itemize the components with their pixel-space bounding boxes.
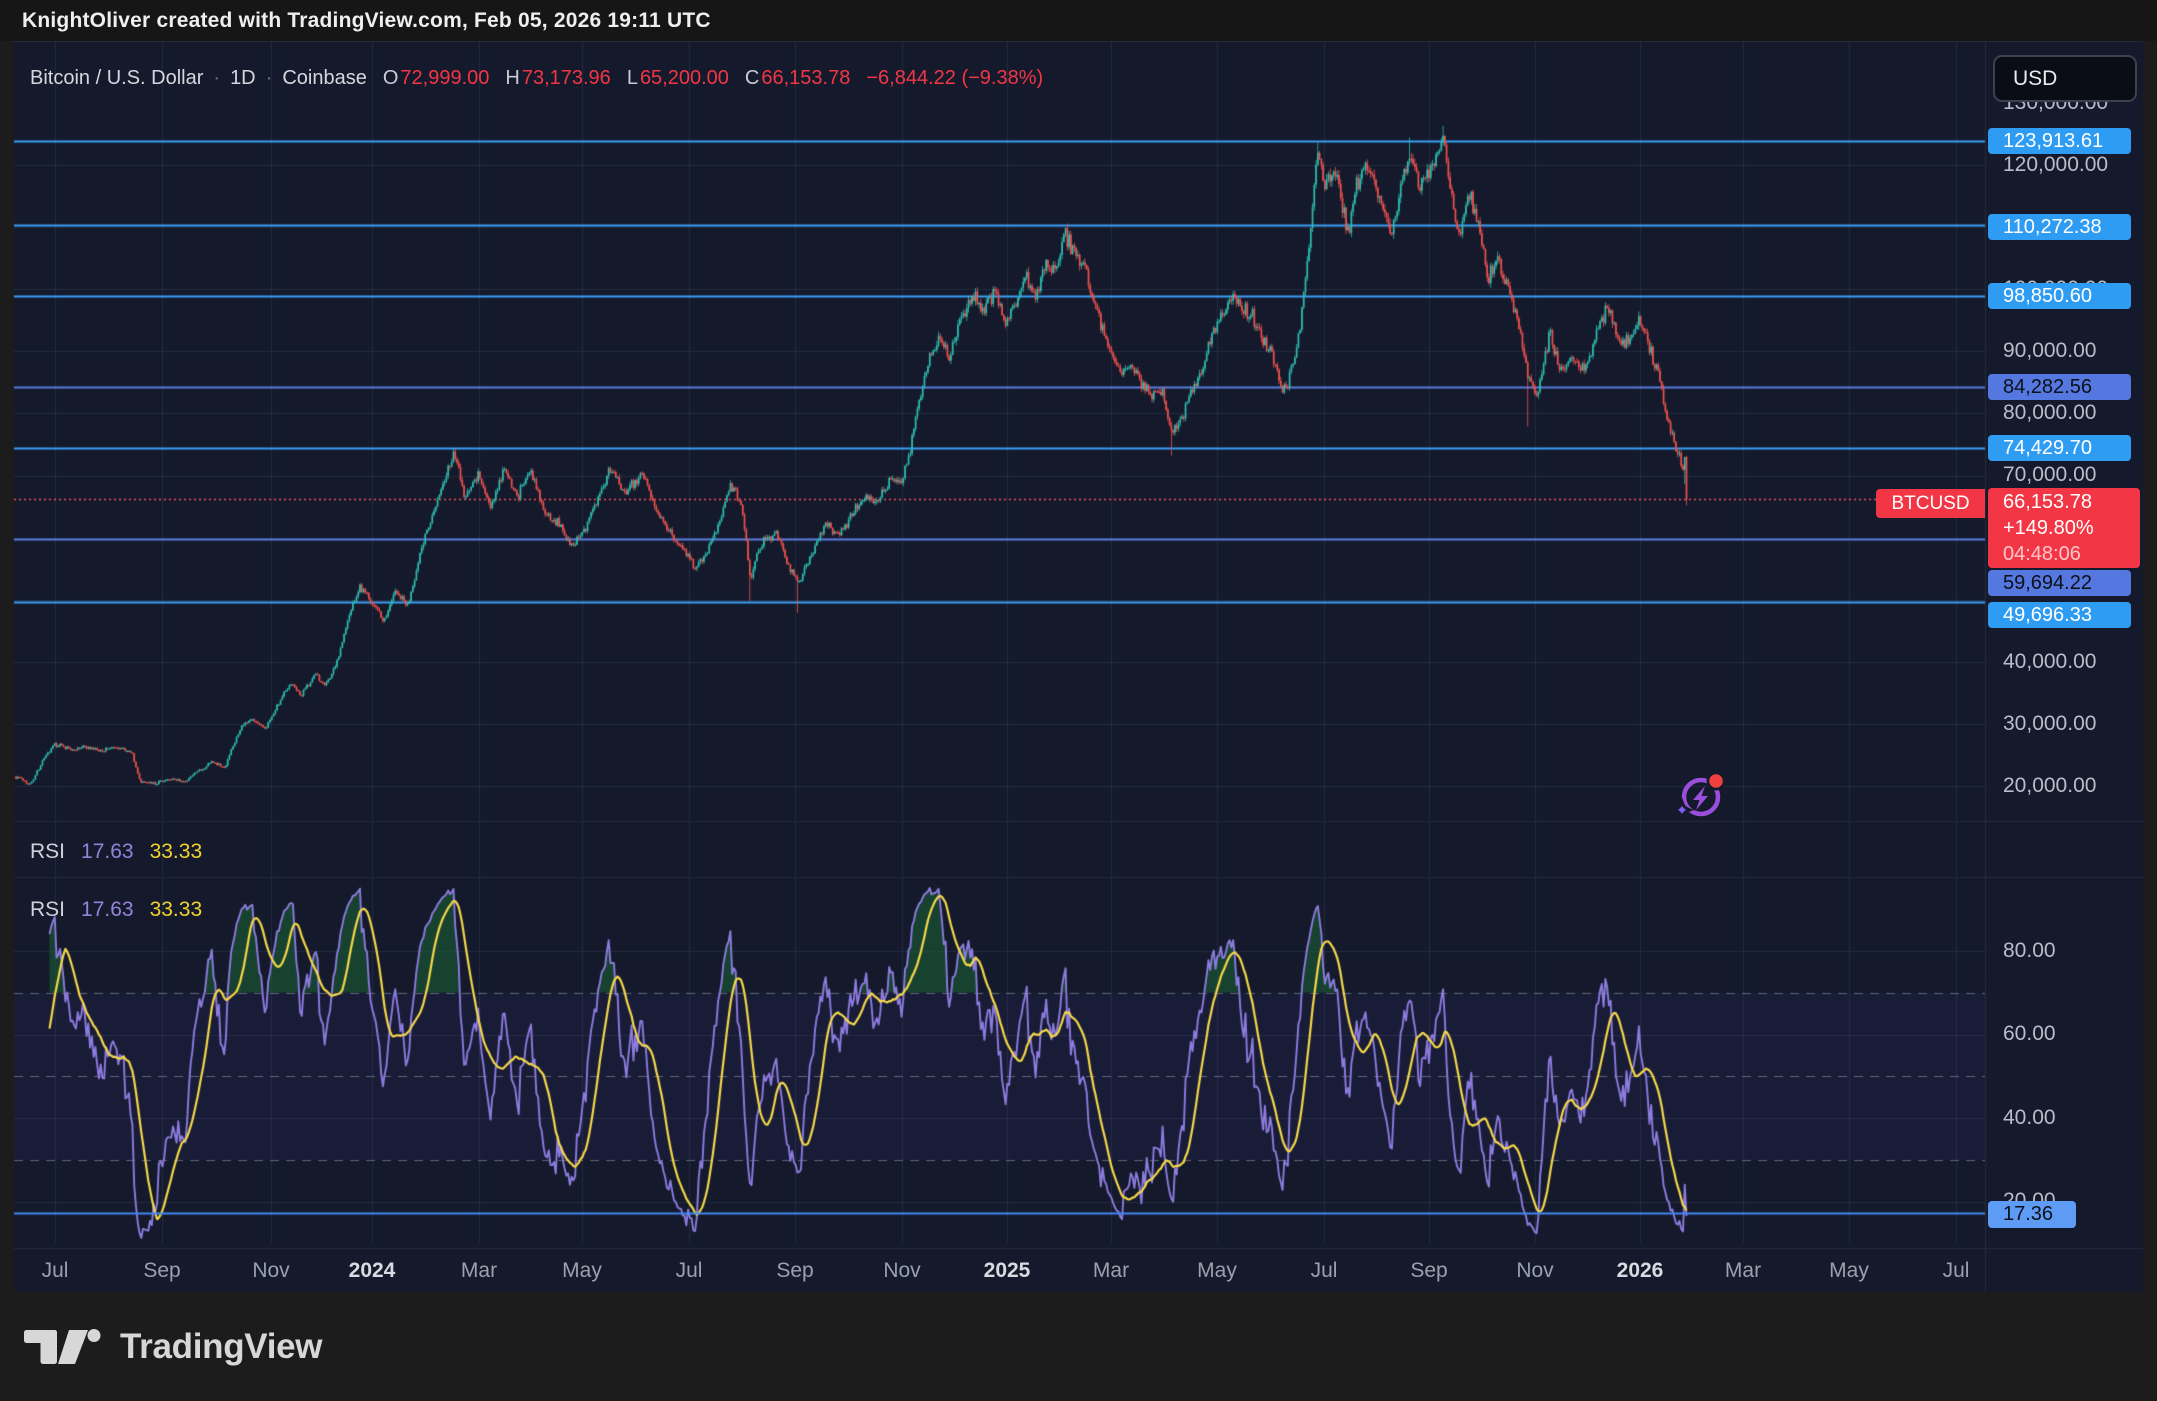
price-axis-label: 90,000.00 [2003,338,2096,364]
symbol-legend[interactable]: Bitcoin / U.S. Dollar · 1D · Coinbase O … [30,64,1043,92]
bar-countdown: 04:48:06 [2003,541,2140,567]
rsi-mini-pane-legend[interactable]: RSI 17.63 33.33 [30,839,202,865]
currency-label: USD [2013,67,2057,91]
footer-bar: TradingView [0,1292,2157,1401]
price-axis-label: 120,000.00 [2003,152,2108,178]
legend-separator: · [266,67,273,90]
time-axis-month-label: Nov [252,1259,289,1283]
attribution-text: KnightOliver created with TradingView.co… [22,9,711,33]
price-level-badge[interactable]: 59,694.22 [1988,570,2131,596]
current-price-value: 66,153.78 [2003,489,2140,515]
time-axis-month-label: Jul [1943,1259,1970,1283]
spark-sticker-icon[interactable] [1668,766,1732,828]
time-axis-year-label: 2024 [349,1259,396,1283]
attribution-bar: KnightOliver created with TradingView.co… [0,0,2157,41]
timeframe-label[interactable]: 1D [230,67,256,90]
open-prefix: O [383,67,399,90]
time-axis-month-label: Sep [1410,1259,1447,1283]
rsi-ma-value: 33.33 [150,840,203,864]
low-prefix: L [627,67,638,90]
change-value: −6,844.22 (−9.38%) [866,67,1043,90]
price-level-value: 74,429.70 [2003,437,2092,460]
current-price-change: +149.80% [2003,515,2140,541]
tradingview-wordmark[interactable]: TradingView [120,1327,322,1367]
rsi-axis-label: 40.00 [2003,1105,2056,1131]
rsi-alert-value: 17.36 [2003,1203,2053,1226]
candlestick-rsi-canvas[interactable] [0,0,2157,1401]
rsi-value: 17.63 [81,898,134,922]
time-axis-month-label: Jul [1311,1259,1338,1283]
time-axis-month-label: Sep [143,1259,180,1283]
exchange-label[interactable]: Coinbase [282,67,367,90]
time-axis-month-label: Mar [461,1259,497,1283]
price-axis-label: 40,000.00 [2003,649,2096,675]
price-axis-label: 70,000.00 [2003,462,2096,488]
legend-separator: · [213,67,220,90]
tradingview-logo-icon[interactable] [24,1327,106,1367]
rsi-alert-level-badge[interactable]: 17.36 [1988,1201,2076,1228]
rsi-axis-label: 60.00 [2003,1021,2056,1047]
time-axis-month-label: May [1829,1259,1869,1283]
close-value: 66,153.78 [761,67,850,90]
time-axis-month-label: Nov [883,1259,920,1283]
price-level-badge[interactable]: 49,696.33 [1988,602,2131,628]
time-axis-month-label: Mar [1093,1259,1129,1283]
price-level-badge[interactable]: 98,850.60 [1988,283,2131,309]
price-level-value: 98,850.60 [2003,285,2092,308]
time-axis-month-label: Nov [1516,1259,1553,1283]
price-axis-label: 20,000.00 [2003,773,2096,799]
price-level-badge[interactable]: 74,429.70 [1988,435,2131,461]
symbol-price-tag[interactable]: BTCUSD [1876,489,1985,518]
price-level-value: 110,272.38 [2003,216,2102,239]
high-value: 73,173.96 [522,67,611,90]
price-level-badge[interactable]: 84,282.56 [1988,374,2131,400]
time-axis-month-label: May [1197,1259,1237,1283]
symbol-ticker: BTCUSD [1891,493,1969,515]
high-prefix: H [505,67,519,90]
price-level-badge[interactable]: 123,913.61 [1988,128,2131,154]
tradingview-snapshot: { "attribution": { "text": "KnightOliver… [0,0,2157,1401]
price-level-value: 59,694.22 [2003,572,2092,595]
rsi-pane-legend[interactable]: RSI 17.63 33.33 [30,897,202,923]
time-axis-month-label: Jul [42,1259,69,1283]
rsi-label: RSI [30,840,65,864]
price-level-badge[interactable]: 110,272.38 [1988,214,2131,240]
close-prefix: C [745,67,759,90]
rsi-value: 17.63 [81,840,134,864]
time-axis-month-label: Jul [676,1259,703,1283]
time-axis-month-label: Sep [776,1259,813,1283]
current-price-label[interactable]: 66,153.78 +149.80% 04:48:06 [1988,488,2140,568]
rsi-label: RSI [30,898,65,922]
time-axis-year-label: 2026 [1617,1259,1664,1283]
price-level-value: 49,696.33 [2003,604,2092,627]
price-axis-label: 80,000.00 [2003,400,2096,426]
price-level-value: 84,282.56 [2003,376,2092,399]
price-axis-label: 30,000.00 [2003,711,2096,737]
low-value: 65,200.00 [640,67,729,90]
rsi-axis-label: 80.00 [2003,938,2056,964]
open-value: 72,999.00 [400,67,489,90]
symbol-title[interactable]: Bitcoin / U.S. Dollar [30,67,203,90]
currency-selector-button[interactable]: USD [1993,55,2137,102]
time-axis-year-label: 2025 [984,1259,1031,1283]
time-axis-month-label: Mar [1725,1259,1761,1283]
time-axis-month-label: May [562,1259,602,1283]
price-level-value: 123,913.61 [2003,130,2103,153]
rsi-ma-value: 33.33 [150,898,203,922]
